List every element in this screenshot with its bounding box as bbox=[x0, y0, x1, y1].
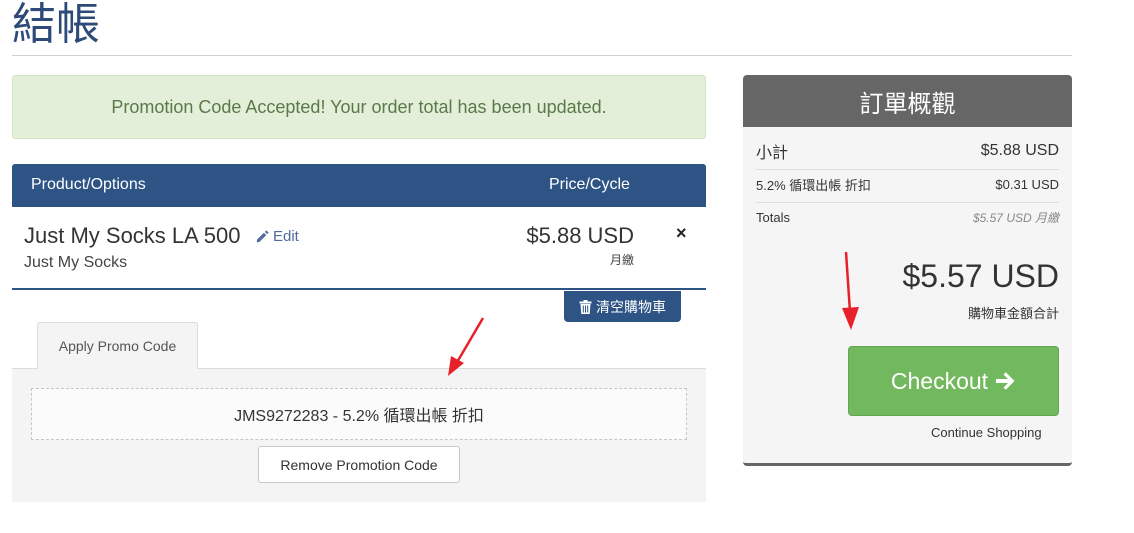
total-due-amount: $5.57 USD bbox=[902, 258, 1059, 294]
remove-promotion-button[interactable]: Remove Promotion Code bbox=[258, 446, 460, 483]
subtotal-value: $5.88 USD bbox=[980, 142, 1059, 159]
pencil-icon bbox=[256, 230, 269, 243]
divider bbox=[756, 202, 1059, 203]
applied-promo-text: JMS9272283 - 5.2% 循環出帳 折扣 bbox=[234, 408, 484, 425]
discount-label: 5.2% 循環出帳 折扣 bbox=[756, 177, 871, 193]
divider bbox=[756, 169, 1059, 170]
tab-label: Apply Promo Code bbox=[58, 338, 177, 354]
totals-label: Totals bbox=[756, 209, 790, 225]
continue-shopping-link[interactable]: Continue Shopping bbox=[931, 425, 1042, 440]
order-summary-title: 訂單概觀 bbox=[743, 75, 1072, 127]
subtotal-row: 小計 $5.88 USD bbox=[756, 139, 1059, 163]
alert-text: Promotion Code Accepted! Your order tota… bbox=[111, 96, 607, 117]
arrow-right-icon bbox=[996, 372, 1015, 390]
product-name: Just My Socks LA 500 bbox=[24, 223, 241, 248]
cart-table-header: Product/Options Price/Cycle bbox=[12, 164, 706, 207]
subtotal-label: 小計 bbox=[756, 145, 789, 162]
product-group: Just My Socks bbox=[24, 254, 128, 271]
edit-item-link[interactable]: Edit bbox=[255, 228, 299, 245]
empty-cart-button[interactable]: 清空購物車 bbox=[564, 291, 681, 322]
checkout-button[interactable]: Checkout bbox=[848, 346, 1059, 416]
applied-promo-code: JMS9272283 - 5.2% 循環出帳 折扣 bbox=[31, 388, 687, 440]
discount-value: $0.31 USD bbox=[995, 176, 1059, 192]
remove-item-close-icon[interactable]: × bbox=[676, 223, 687, 244]
trash-icon bbox=[579, 299, 592, 314]
title-divider bbox=[12, 55, 1072, 56]
cart-item-row: Just My Socks LA 500 Edit Just My Socks … bbox=[12, 207, 706, 290]
edit-label: Edit bbox=[273, 228, 299, 245]
header-price-cycle: Price/Cycle bbox=[549, 176, 630, 193]
item-price: $5.88 USD bbox=[526, 223, 634, 248]
tab-apply-promo-code[interactable]: Apply Promo Code bbox=[37, 322, 198, 369]
page-title: 結帳 bbox=[12, 0, 100, 50]
totals-row: Totals $5.57 USD 月繳 bbox=[756, 207, 1059, 227]
remove-promotion-label: Remove Promotion Code bbox=[280, 456, 438, 473]
empty-cart-label: 清空購物車 bbox=[596, 298, 666, 315]
order-summary-panel: 訂單概觀 小計 $5.88 USD 5.2% 循環出帳 折扣 $0.31 USD… bbox=[743, 75, 1072, 466]
promo-success-alert: Promotion Code Accepted! Your order tota… bbox=[12, 75, 706, 139]
checkout-label: Checkout bbox=[890, 367, 989, 394]
discount-row: 5.2% 循環出帳 折扣 $0.31 USD bbox=[756, 174, 1059, 194]
totals-value: $5.57 USD 月繳 bbox=[972, 210, 1059, 225]
header-product-options: Product/Options bbox=[31, 176, 146, 193]
item-billing-cycle: 月繳 bbox=[609, 253, 634, 267]
total-due-label: 購物車金額合計 bbox=[967, 306, 1059, 321]
